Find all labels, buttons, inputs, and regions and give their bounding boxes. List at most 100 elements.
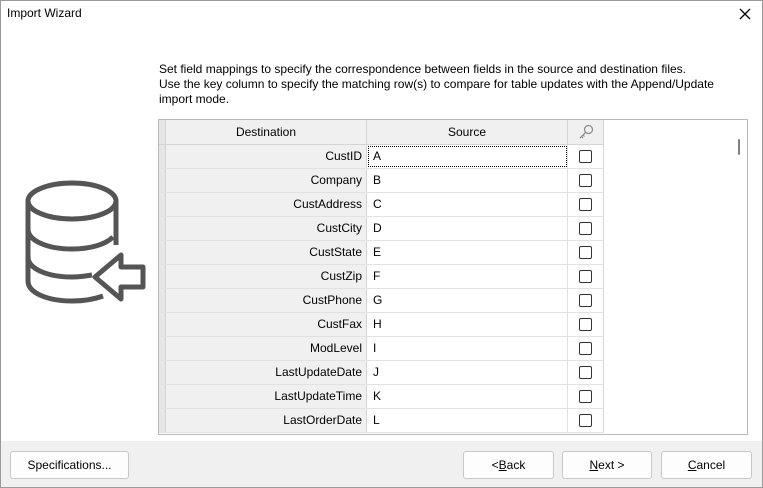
key-checkbox[interactable] [579,390,592,403]
destination-field-cell: CustAddress [166,193,367,216]
back-label-rest: ack [506,458,526,472]
source-field-cell[interactable]: C [367,193,568,216]
key-cell[interactable] [568,409,604,432]
row-header[interactable] [159,289,166,312]
destination-field-cell: CustState [166,241,367,264]
key-checkbox[interactable] [579,294,592,307]
key-checkbox[interactable] [579,198,592,211]
instructions-line: import mode. [159,92,230,106]
key-cell[interactable] [568,145,604,168]
source-field-cell[interactable]: A [367,145,568,168]
destination-field-cell: CustCity [166,217,367,240]
source-field-cell[interactable]: H [367,313,568,336]
window-title: Import Wizard [7,6,82,20]
key-cell[interactable] [568,337,604,360]
key-checkbox[interactable] [579,270,592,283]
destination-field-cell: LastUpdateTime [166,385,367,408]
cancel-label-rest: ancel [696,458,726,472]
destination-field-cell: ModLevel [166,337,367,360]
row-header[interactable] [159,337,166,360]
mapping-row[interactable]: Company B [159,169,604,193]
key-checkbox[interactable] [579,150,592,163]
key-checkbox[interactable] [579,246,592,259]
import-wizard-window: Import Wizard Set field mappings to spec… [0,0,763,488]
grid-rows: CustID A Company B CustAddress C CustCity D Cust… [159,145,604,433]
close-icon [739,8,751,20]
key-cell[interactable] [568,385,604,408]
key-checkbox[interactable] [579,414,592,427]
key-cell[interactable] [568,289,604,312]
row-header[interactable] [159,313,166,336]
key-checkbox[interactable] [579,222,592,235]
destination-field-cell: LastUpdateDate [166,361,367,384]
source-field-cell[interactable]: B [367,169,568,192]
next-label-rest: ext > [598,458,625,472]
destination-field-cell: CustID [166,145,367,168]
source-field-cell[interactable]: E [367,241,568,264]
key-checkbox[interactable] [579,318,592,331]
close-button[interactable] [734,3,756,25]
key-column-header[interactable] [568,120,604,144]
field-mapping-grid: Destination Source CustID A Company B CustAd… [158,119,748,435]
key-checkbox[interactable] [579,342,592,355]
source-field-cell[interactable]: F [367,265,568,288]
grid-header: Destination Source [159,120,604,145]
wizard-footer: Specifications... < Back Next > Cancel [1,441,762,487]
next-mnemonic: N [589,458,599,472]
destination-column-header[interactable]: Destination [166,120,367,144]
key-checkbox[interactable] [579,174,592,187]
destination-field-cell: CustFax [166,313,367,336]
key-cell[interactable] [568,241,604,264]
destination-field-cell: Company [166,169,367,192]
key-checkbox[interactable] [579,366,592,379]
key-cell[interactable] [568,217,604,240]
source-field-cell[interactable]: K [367,385,568,408]
key-icon [579,124,593,139]
row-header[interactable] [159,193,166,216]
scrollbar-thumb[interactable] [738,139,740,155]
row-header[interactable] [159,169,166,192]
source-field-cell[interactable]: D [367,217,568,240]
cancel-mnemonic: C [687,458,697,472]
row-header[interactable] [159,361,166,384]
row-header[interactable] [159,241,166,264]
mapping-row[interactable]: LastUpdateTime K [159,385,604,409]
source-field-cell[interactable]: I [367,337,568,360]
mapping-row[interactable]: CustZip F [159,265,604,289]
key-cell[interactable] [568,361,604,384]
mapping-row[interactable]: CustCity D [159,217,604,241]
instructions-text: Set field mappings to specify the corres… [159,62,749,107]
source-field-cell[interactable]: J [367,361,568,384]
source-field-cell[interactable]: G [367,289,568,312]
row-header[interactable] [159,145,166,168]
mapping-row[interactable]: LastOrderDate L [159,409,604,433]
mapping-row[interactable]: CustState E [159,241,604,265]
mapping-row[interactable]: CustID A [159,145,604,169]
specifications-button[interactable]: Specifications... [10,451,129,479]
vertical-scrollbar[interactable] [731,120,747,434]
destination-field-cell: LastOrderDate [166,409,367,432]
cancel-button[interactable]: Cancel [661,451,752,479]
destination-field-cell: CustPhone [166,289,367,312]
database-import-icon [25,180,146,304]
mapping-row[interactable]: CustPhone G [159,289,604,313]
mapping-row[interactable]: ModLevel I [159,337,604,361]
mapping-row[interactable]: CustAddress C [159,193,604,217]
title-bar: Import Wizard [1,1,762,27]
key-cell[interactable] [568,265,604,288]
source-field-cell[interactable]: L [367,409,568,432]
key-cell[interactable] [568,193,604,216]
row-header-stub [159,120,166,144]
row-header[interactable] [159,265,166,288]
source-column-header[interactable]: Source [367,120,568,144]
back-button[interactable]: < Back [463,451,554,479]
row-header[interactable] [159,217,166,240]
mapping-row[interactable]: LastUpdateDate J [159,361,604,385]
key-cell[interactable] [568,313,604,336]
row-header[interactable] [159,385,166,408]
key-cell[interactable] [568,169,604,192]
destination-field-cell: CustZip [166,265,367,288]
mapping-row[interactable]: CustFax H [159,313,604,337]
row-header[interactable] [159,409,166,432]
next-button[interactable]: Next > [562,451,652,479]
